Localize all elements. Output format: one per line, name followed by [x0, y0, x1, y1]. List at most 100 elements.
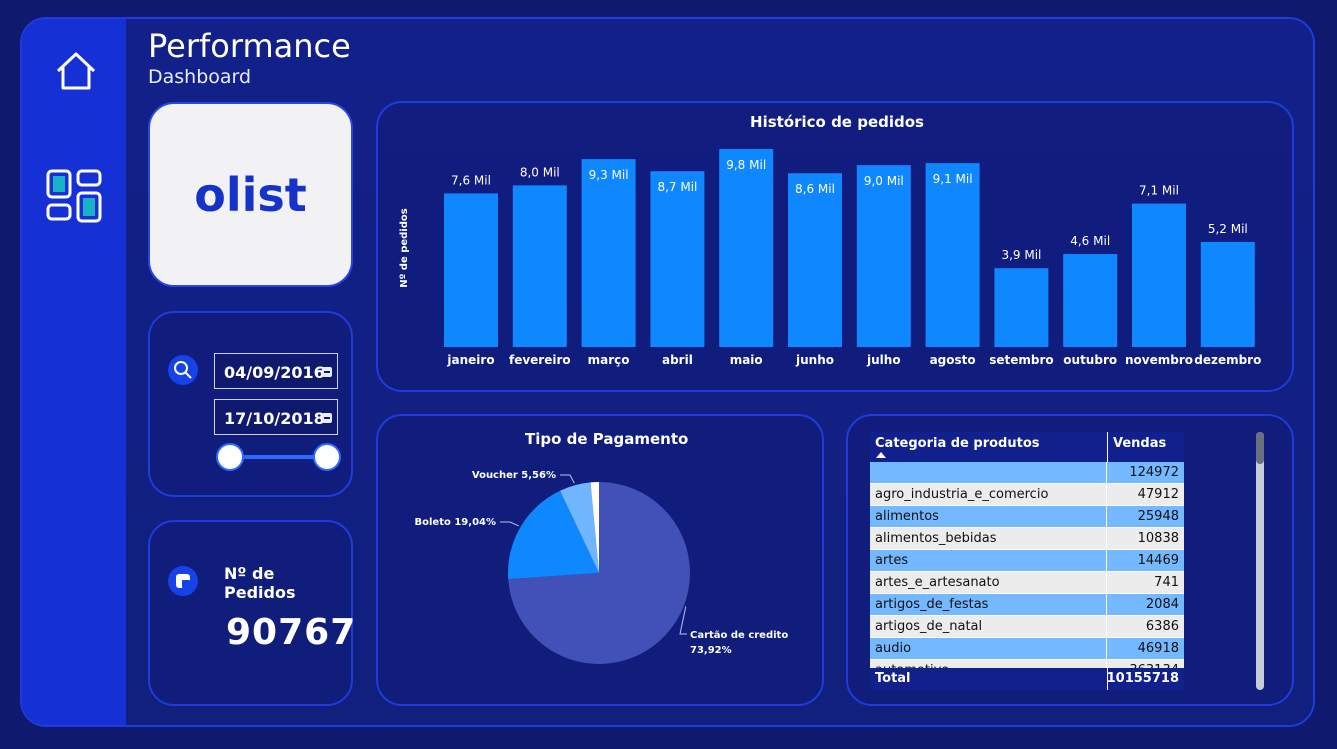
category-cell: alimentos_bebidas — [870, 528, 1107, 549]
page-subtitle: Dashboard — [148, 66, 252, 88]
side-rail — [22, 19, 126, 725]
bar-data-label: 5,2 Mil — [1208, 222, 1248, 236]
table-row[interactable]: alimentos_bebidas 10838 — [870, 528, 1184, 550]
category-cell: automotivo — [870, 660, 1107, 668]
pie-leader-line — [560, 474, 575, 484]
x-tick-label: outubro — [1063, 353, 1117, 367]
orders-kpi-value: 90767 — [226, 612, 357, 653]
logo-card: olist — [148, 102, 353, 287]
table-row[interactable]: automotivo363134 — [870, 660, 1184, 668]
bar-data-label: 4,6 Mil — [1070, 234, 1110, 248]
home-icon[interactable] — [54, 49, 98, 93]
pie-data-label: 73,92% — [690, 645, 732, 656]
category-cell: alimentos — [870, 506, 1107, 527]
bar-janeiro[interactable] — [444, 193, 498, 347]
page-title: Performance — [148, 27, 351, 65]
category-cell: artes_e_artesanato — [870, 572, 1107, 593]
x-tick-label: março — [588, 353, 630, 367]
x-tick-label: maio — [730, 353, 763, 367]
bar-março[interactable] — [581, 159, 636, 347]
bar-data-label: 9,0 Mil — [864, 174, 904, 188]
slider-end-handle[interactable] — [313, 443, 341, 471]
bar-data-label: 3,9 Mil — [1001, 248, 1041, 262]
bar-chart-ylabel: Nº de pedidos — [399, 208, 410, 287]
sales-cell: 741 — [1154, 575, 1179, 590]
sort-ascending-icon[interactable] — [876, 452, 886, 458]
start-date-value: 04/09/2016 — [224, 363, 325, 382]
calendar-icon[interactable] — [322, 367, 332, 377]
scrollbar-thumb[interactable] — [1256, 432, 1264, 464]
bar-outubro[interactable] — [1063, 254, 1118, 347]
end-date-value: 17/10/2018 — [224, 409, 325, 428]
pie-data-label: Cartão de credito — [690, 630, 788, 641]
calendar-icon[interactable] — [322, 413, 332, 423]
category-cell: agro_industria_e_comercio — [870, 484, 1107, 505]
category-cell: artigos_de_festas — [870, 594, 1107, 615]
category-table-panel: Categoria de produtos Vendas 124972 agro_… — [846, 414, 1294, 706]
table-row[interactable]: artigos_de_natal 6386 — [870, 616, 1184, 638]
x-tick-label: abril — [662, 353, 693, 367]
search-icon[interactable] — [168, 355, 198, 385]
orders-kpi-label: Nº de Pedidos — [224, 564, 296, 602]
bar-abril[interactable] — [650, 171, 705, 347]
x-tick-label: novembro — [1125, 353, 1193, 367]
bar-data-label: 8,0 Mil — [520, 165, 560, 179]
orders-history-panel: Histórico de pedidos Nº de pedidos 7,6 M… — [376, 101, 1294, 392]
table-row[interactable]: artes_e_artesanato 741 — [870, 572, 1184, 594]
category-table: Categoria de produtos Vendas 124972 agro_… — [870, 432, 1184, 690]
category-cell — [870, 462, 1107, 483]
bar-novembro[interactable] — [1132, 203, 1186, 347]
x-tick-label: junho — [795, 353, 834, 367]
bar-data-label: 7,1 Mil — [1139, 184, 1179, 198]
table-row[interactable]: alimentos 25948 — [870, 506, 1184, 528]
x-tick-label: janeiro — [446, 353, 494, 367]
x-tick-label: setembro — [989, 353, 1053, 367]
sales-cell: 46918 — [1137, 641, 1179, 656]
table-header: Categoria de produtos Vendas — [870, 432, 1184, 462]
category-cell: artigos_de_natal — [870, 616, 1107, 637]
bar-fevereiro[interactable] — [512, 185, 567, 347]
sales-cell: 6386 — [1145, 619, 1179, 634]
bar-data-label: 7,6 Mil — [451, 173, 491, 187]
orders-kpi-panel: Nº de Pedidos 90767 — [148, 520, 357, 706]
x-tick-label: agosto — [930, 353, 976, 367]
column-header-sales[interactable]: Vendas — [1113, 436, 1166, 451]
bar-data-label: 9,8 Mil — [726, 158, 766, 172]
sales-cell: 47912 — [1137, 487, 1179, 502]
end-date-input[interactable]: 17/10/2018 — [214, 399, 338, 435]
bar-data-label: 9,1 Mil — [933, 172, 973, 186]
start-date-input[interactable]: 04/09/2016 — [214, 353, 338, 389]
bar-data-label: 8,6 Mil — [795, 182, 835, 196]
sales-cell: 10838 — [1137, 531, 1179, 546]
bar-data-label: 8,7 Mil — [657, 180, 697, 194]
total-value: 10155718 — [1106, 671, 1179, 686]
total-label: Total — [875, 671, 911, 686]
table-row[interactable]: artes 14469 — [870, 550, 1184, 572]
bar-agosto[interactable] — [925, 163, 980, 347]
category-cell: artes — [870, 550, 1107, 571]
x-tick-label: dezembro — [1194, 353, 1261, 367]
table-scrollbar[interactable] — [1256, 432, 1264, 690]
sales-cell: 2084 — [1145, 597, 1179, 612]
bar-maio[interactable] — [719, 149, 774, 347]
pie-data-label: Voucher 5,56% — [472, 470, 556, 481]
bar-chart: Nº de pedidos 7,6 Mil janeiro 8,0 Mil fever… — [399, 149, 1261, 367]
table-row[interactable]: audio 46918 — [870, 638, 1184, 660]
apps-grid-icon[interactable] — [46, 169, 102, 225]
table-row[interactable]: agro_industria_e_comercio 47912 — [870, 484, 1184, 506]
bar-julho[interactable] — [856, 165, 911, 347]
sales-cell: 25948 — [1137, 509, 1179, 524]
sales-cell: 363134 — [1107, 660, 1184, 668]
bar-dezembro[interactable] — [1200, 241, 1255, 347]
slider-start-handle[interactable] — [216, 443, 244, 471]
table-total-row: Total 10155718 — [870, 668, 1184, 690]
table-row[interactable]: artigos_de_festas 2084 — [870, 594, 1184, 616]
bar-junho[interactable] — [788, 173, 842, 347]
column-header-category[interactable]: Categoria de produtos — [875, 436, 1040, 451]
olist-logo: olist — [194, 167, 307, 222]
table-row[interactable]: 124972 — [870, 462, 1184, 484]
table-body: 124972 agro_industria_e_comercio 47912 alim… — [870, 462, 1184, 668]
x-tick-label: fevereiro — [509, 353, 571, 367]
pie-chart: Cartão de credito 73,92% Boleto 19,04% Vouc… — [415, 470, 788, 664]
bar-setembro[interactable] — [994, 268, 1049, 347]
